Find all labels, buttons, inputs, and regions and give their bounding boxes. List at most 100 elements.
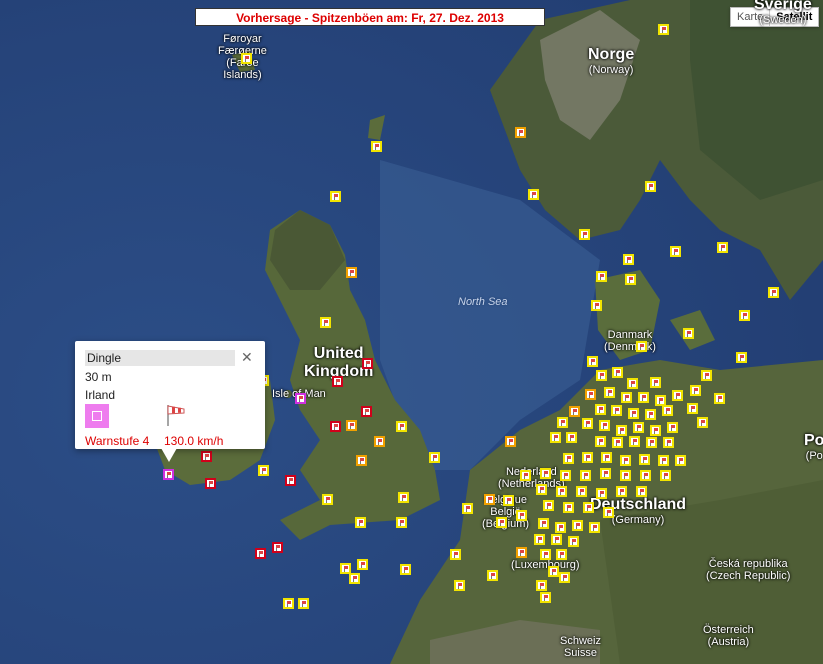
station-marker[interactable] [596,271,607,282]
station-marker[interactable] [596,370,607,381]
station-marker[interactable] [357,559,368,570]
station-marker[interactable] [298,598,309,609]
station-marker[interactable] [462,503,473,514]
station-marker[interactable] [604,387,615,398]
station-marker[interactable] [285,475,296,486]
station-marker[interactable] [667,422,678,433]
station-marker[interactable] [658,455,669,466]
station-marker[interactable] [663,437,674,448]
station-marker[interactable] [612,367,623,378]
station-marker[interactable] [658,24,669,35]
station-marker[interactable] [623,254,634,265]
station-marker[interactable] [557,417,568,428]
station-marker[interactable] [572,520,583,531]
station-marker-dingle[interactable] [163,469,174,480]
station-marker[interactable] [454,580,465,591]
station-marker[interactable] [600,468,611,479]
station-marker[interactable] [595,404,606,415]
station-marker[interactable] [398,492,409,503]
station-marker[interactable] [627,378,638,389]
station-marker[interactable] [543,500,554,511]
station-marker[interactable] [516,547,527,558]
station-marker[interactable] [330,191,341,202]
station-marker[interactable] [701,370,712,381]
station-marker[interactable] [620,455,631,466]
station-marker[interactable] [450,549,461,560]
station-marker[interactable] [371,141,382,152]
station-marker[interactable] [690,385,701,396]
station-marker[interactable] [201,451,212,462]
station-marker[interactable] [548,566,559,577]
close-icon[interactable]: ✕ [241,349,253,366]
station-marker[interactable] [332,376,343,387]
station-marker[interactable] [683,328,694,339]
station-marker[interactable] [650,425,661,436]
station-marker[interactable] [638,392,649,403]
station-marker[interactable] [396,421,407,432]
station-marker[interactable] [429,452,440,463]
station-marker[interactable] [587,356,598,367]
station-marker[interactable] [717,242,728,253]
station-marker[interactable] [580,470,591,481]
station-marker[interactable] [556,486,567,497]
station-marker[interactable] [576,486,587,497]
station-marker[interactable] [536,580,547,591]
station-marker[interactable] [540,549,551,560]
station-marker[interactable] [650,377,661,388]
station-marker[interactable] [714,393,725,404]
station-marker[interactable] [520,470,531,481]
station-marker[interactable] [272,542,283,553]
station-marker[interactable] [559,572,570,583]
station-marker[interactable] [636,486,647,497]
station-marker[interactable] [596,488,607,499]
station-marker[interactable] [697,417,708,428]
station-marker[interactable] [672,390,683,401]
station-marker[interactable] [621,392,632,403]
station-marker[interactable] [612,437,623,448]
station-marker[interactable] [355,517,366,528]
station-marker[interactable] [362,358,373,369]
station-marker[interactable] [645,409,656,420]
station-marker[interactable] [645,181,656,192]
station-marker[interactable] [295,393,306,404]
station-marker[interactable] [516,510,527,521]
station-marker[interactable] [346,420,357,431]
station-marker[interactable] [595,436,606,447]
station-marker[interactable] [374,436,385,447]
station-marker[interactable] [736,352,747,363]
station-marker[interactable] [603,507,614,518]
station-marker[interactable] [633,422,644,433]
station-marker[interactable] [646,437,657,448]
station-marker[interactable] [551,534,562,545]
station-marker[interactable] [566,432,577,443]
station-marker[interactable] [639,454,650,465]
station-marker[interactable] [528,189,539,200]
station-marker[interactable] [569,406,580,417]
station-marker[interactable] [662,405,673,416]
station-marker[interactable] [484,494,495,505]
station-marker[interactable] [636,341,647,352]
station-marker[interactable] [496,517,507,528]
station-marker[interactable] [563,453,574,464]
station-marker[interactable] [540,468,551,479]
station-marker[interactable] [601,452,612,463]
station-marker[interactable] [556,549,567,560]
station-marker[interactable] [579,229,590,240]
station-marker[interactable] [660,470,671,481]
station-marker[interactable] [629,436,640,447]
station-marker[interactable] [616,425,627,436]
station-marker[interactable] [540,592,551,603]
station-marker[interactable] [687,403,698,414]
station-marker[interactable] [550,432,561,443]
station-marker[interactable] [628,408,639,419]
station-marker[interactable] [599,420,610,431]
station-marker[interactable] [768,287,779,298]
station-marker[interactable] [563,502,574,513]
station-marker[interactable] [616,486,627,497]
station-marker[interactable] [582,452,593,463]
station-marker[interactable] [503,495,514,506]
station-marker[interactable] [320,317,331,328]
station-marker[interactable] [255,548,266,559]
station-marker[interactable] [396,517,407,528]
station-marker[interactable] [611,405,622,416]
